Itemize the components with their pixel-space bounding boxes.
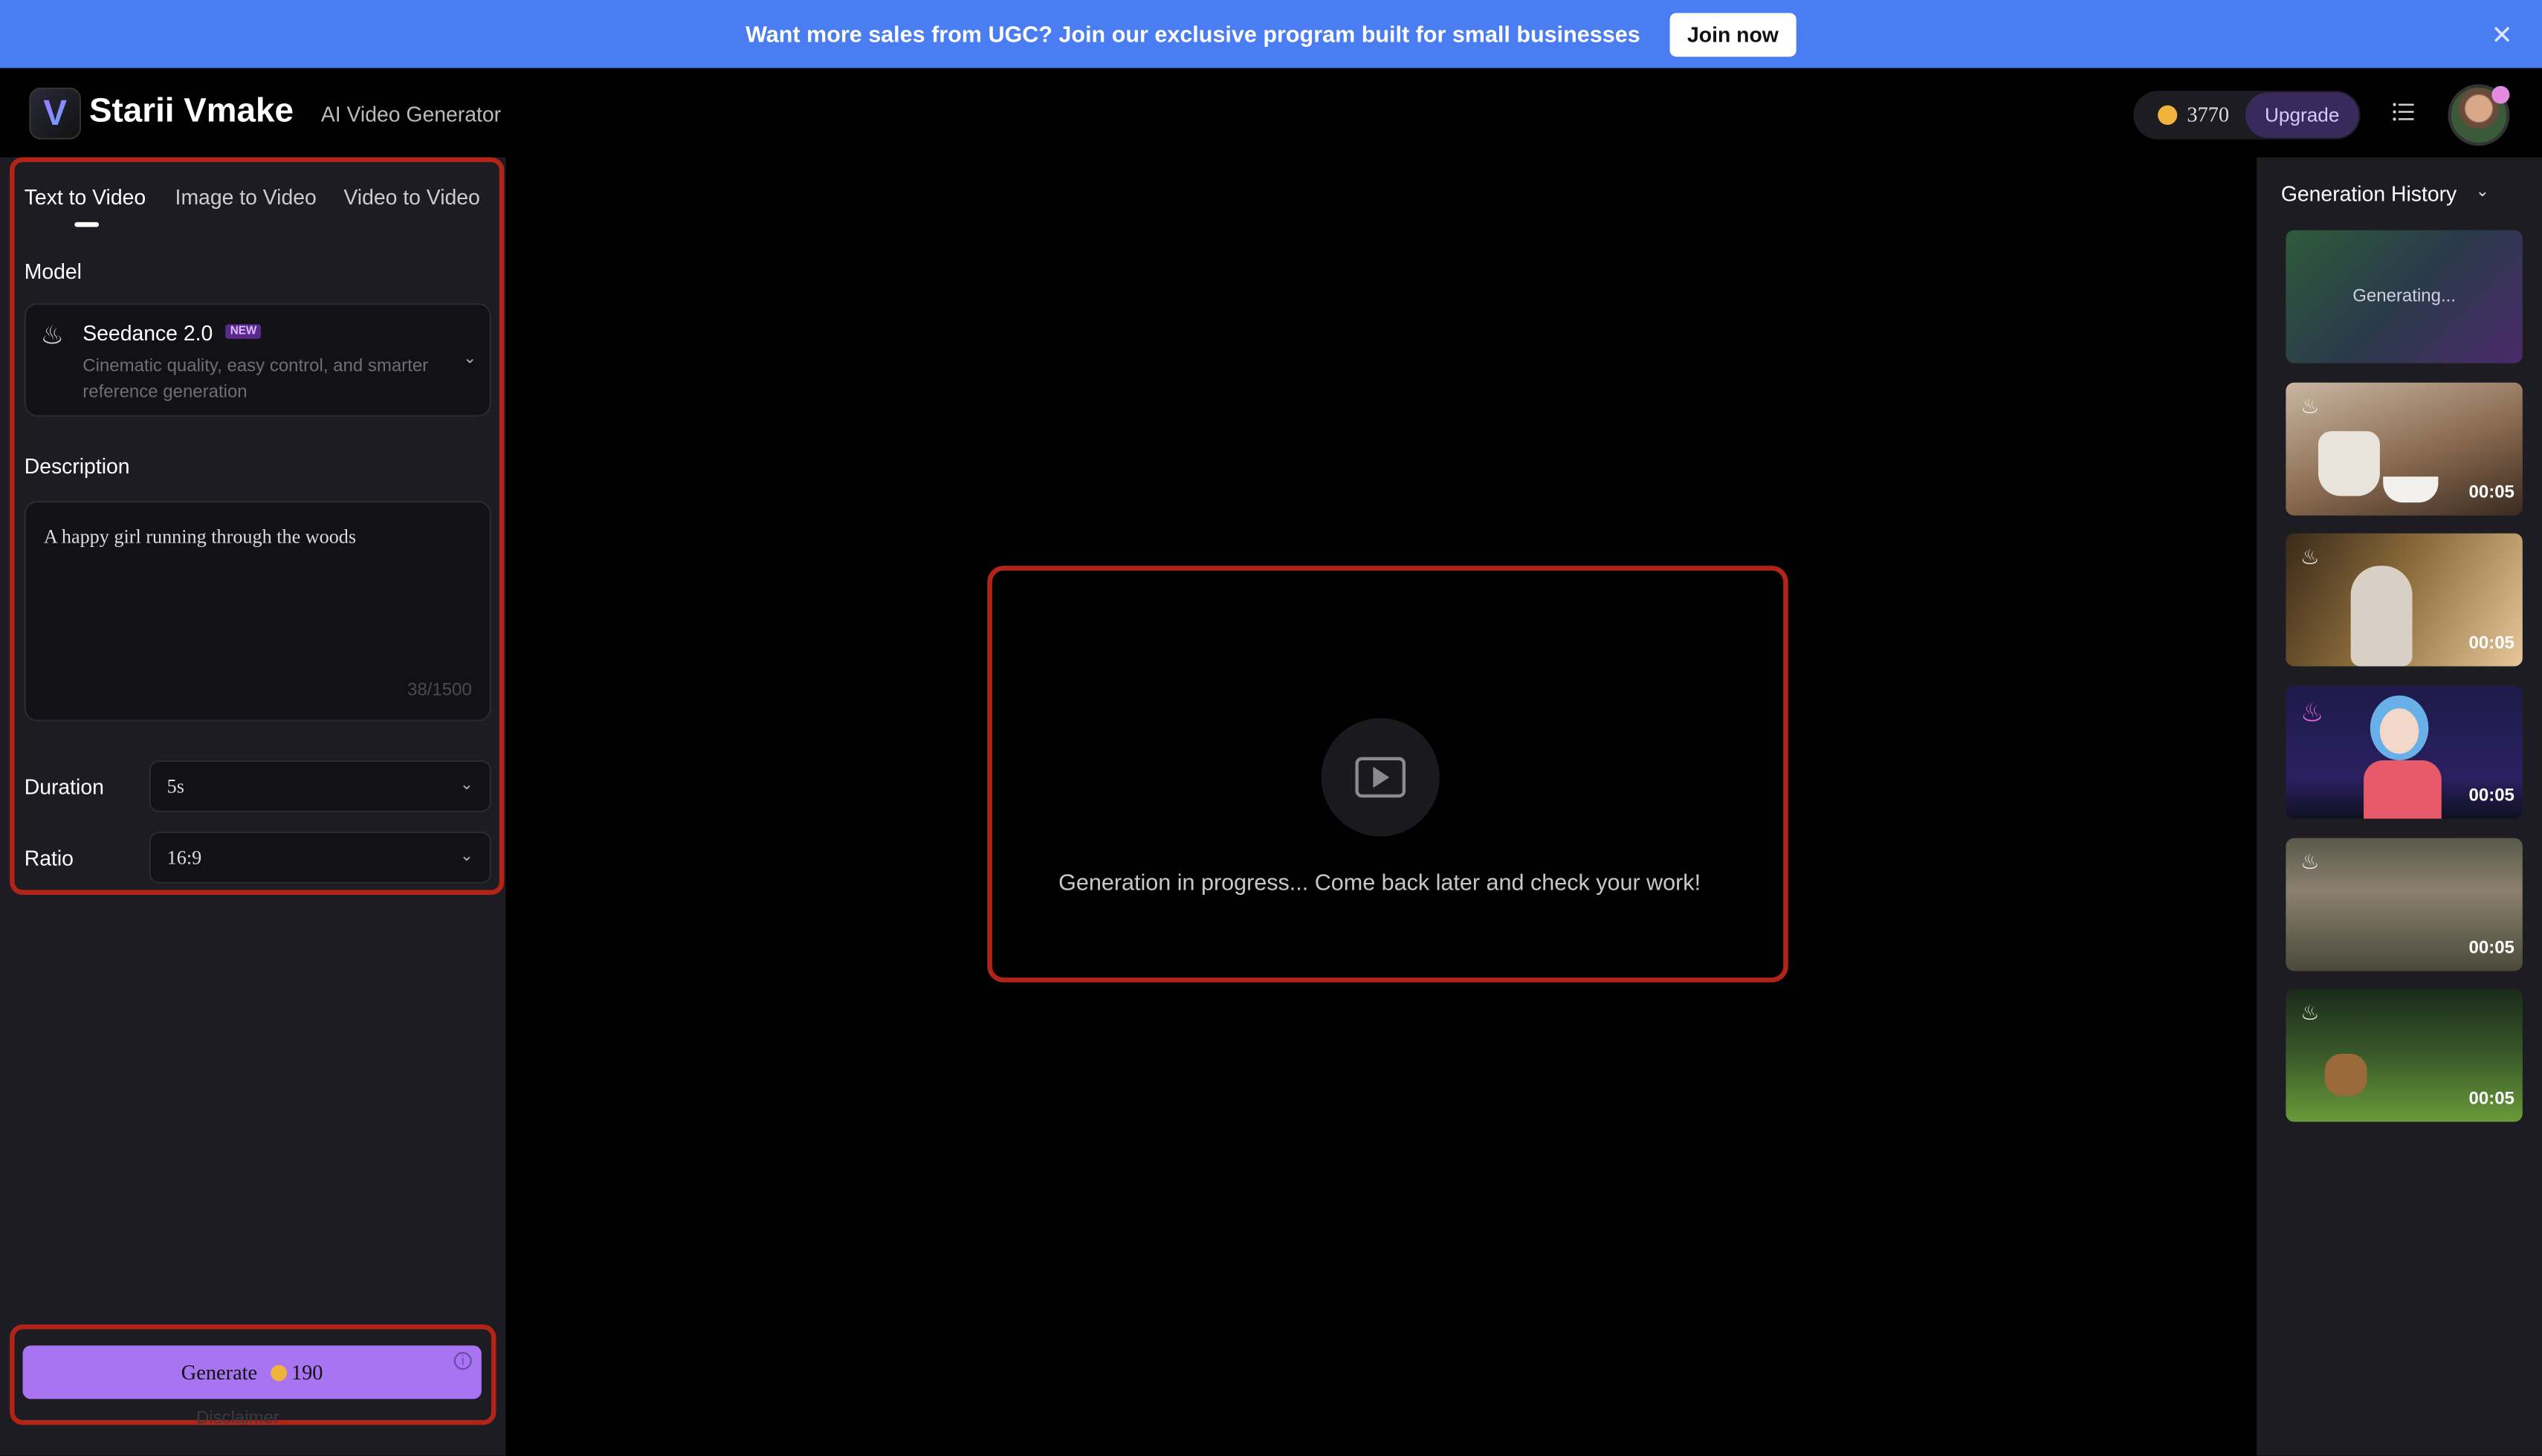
tab-video-to-video[interactable]: Video to Video bbox=[343, 185, 479, 210]
woman-figure bbox=[2350, 566, 2413, 667]
ratio-label: Ratio bbox=[24, 846, 74, 871]
brand-subtitle: AI Video Generator bbox=[320, 102, 502, 127]
history-item[interactable]: ♨ 00:05 bbox=[2286, 382, 2523, 516]
cartoon-body bbox=[2364, 760, 2442, 819]
history-item[interactable]: ♨ 00:05 bbox=[2286, 685, 2523, 819]
chevron-down-icon: ⌄ bbox=[459, 776, 473, 795]
logo-icon[interactable]: V bbox=[29, 87, 82, 140]
active-tab-indicator bbox=[74, 221, 100, 227]
generate-button[interactable]: Generate 190 i bbox=[22, 1345, 482, 1400]
promo-banner: Want more sales from UGC? Join our exclu… bbox=[0, 0, 2542, 68]
tab-image-to-video[interactable]: Image to Video bbox=[175, 185, 317, 210]
description-label: Description bbox=[24, 453, 130, 479]
model-label: Model bbox=[24, 259, 82, 284]
brand-name[interactable]: Starii Vmake bbox=[89, 92, 294, 131]
info-icon[interactable]: i bbox=[453, 1352, 472, 1371]
seedance-icon: ♨ bbox=[2300, 1000, 2320, 1025]
cup-shape bbox=[2383, 476, 2439, 503]
coin-icon bbox=[270, 1364, 287, 1381]
avatar-status-badge bbox=[2491, 85, 2510, 104]
chevron-down-icon: ⌄ bbox=[459, 847, 473, 866]
close-icon[interactable]: ✕ bbox=[2491, 19, 2512, 52]
seedance-icon: ♨ bbox=[2300, 849, 2320, 874]
logo-letter: V bbox=[43, 92, 67, 135]
description-textarea[interactable]: A happy girl running through the woods 3… bbox=[24, 500, 491, 722]
description-value: A happy girl running through the woods bbox=[43, 525, 357, 549]
credits-count: 3770 bbox=[2187, 102, 2230, 127]
kettle-shape bbox=[2318, 431, 2380, 496]
generate-label: Generate bbox=[181, 1359, 258, 1384]
history-title[interactable]: Generation History bbox=[2281, 181, 2457, 206]
duration-value: 5s bbox=[166, 774, 184, 798]
model-select[interactable]: ♨ Seedance 2.0 NEW Cinematic quality, ea… bbox=[24, 302, 491, 417]
ratio-value: 16:9 bbox=[166, 846, 202, 870]
coin-icon bbox=[2158, 105, 2178, 125]
credits-pill[interactable]: 3770 Upgrade bbox=[2133, 91, 2361, 140]
model-description: Cinematic quality, easy control, and sma… bbox=[83, 356, 429, 402]
neon-bird-icon: ♨ bbox=[2300, 700, 2324, 728]
settings-panel: Text to Video Image to Video Video to Vi… bbox=[0, 157, 506, 1456]
chevron-down-icon[interactable]: ⌄ bbox=[2476, 183, 2489, 201]
duration-label: Duration bbox=[24, 774, 104, 800]
history-panel: Generation History ⌄ Generating... ♨ 00:… bbox=[2257, 157, 2542, 1456]
disclaimer-link[interactable]: Disclaimer bbox=[196, 1408, 279, 1428]
video-duration: 00:05 bbox=[2468, 938, 2514, 959]
cat-figure bbox=[2324, 1053, 2367, 1096]
play-icon bbox=[1321, 718, 1440, 837]
video-duration: 00:05 bbox=[2468, 786, 2514, 806]
character-count: 38/1500 bbox=[407, 681, 472, 701]
history-item[interactable]: ♨ 00:05 bbox=[2286, 838, 2523, 971]
menu-list-icon[interactable] bbox=[2393, 102, 2414, 121]
new-badge: NEW bbox=[225, 324, 262, 339]
top-header: V Starii Vmake AI Video Generator 3770 U… bbox=[0, 68, 2542, 158]
banner-message: Want more sales from UGC? Join our exclu… bbox=[746, 21, 1640, 48]
history-item[interactable]: ♨ 00:05 bbox=[2286, 533, 2523, 667]
history-item-generating[interactable]: Generating... bbox=[2286, 230, 2523, 363]
join-now-button[interactable]: Join now bbox=[1669, 12, 1796, 56]
history-item[interactable]: ♨ 00:05 bbox=[2286, 989, 2523, 1122]
seedance-icon: ♨ bbox=[2300, 394, 2320, 418]
cartoon-face bbox=[2379, 708, 2419, 754]
seedance-icon: ♨ bbox=[40, 323, 64, 351]
chevron-down-icon: ⌄ bbox=[462, 350, 477, 369]
ratio-select[interactable]: 16:9 ⌄ bbox=[149, 831, 491, 884]
tab-text-to-video[interactable]: Text to Video bbox=[25, 185, 146, 210]
generate-cost: 190 bbox=[291, 1359, 323, 1384]
generation-progress-card: Generation in progress... Come back late… bbox=[992, 569, 1784, 978]
progress-message: Generation in progress... Come back late… bbox=[1058, 869, 1701, 895]
video-duration: 00:05 bbox=[2468, 633, 2514, 653]
generating-label: Generating... bbox=[2352, 287, 2456, 307]
upgrade-button[interactable]: Upgrade bbox=[2245, 92, 2359, 138]
seedance-icon: ♨ bbox=[2300, 544, 2320, 569]
video-duration: 00:05 bbox=[2468, 1089, 2514, 1109]
app-page: Want more sales from UGC? Join our exclu… bbox=[0, 0, 2542, 1456]
duration-select[interactable]: 5s ⌄ bbox=[149, 760, 491, 812]
video-duration: 00:05 bbox=[2468, 482, 2514, 503]
model-name: Seedance 2.0 bbox=[83, 320, 213, 346]
